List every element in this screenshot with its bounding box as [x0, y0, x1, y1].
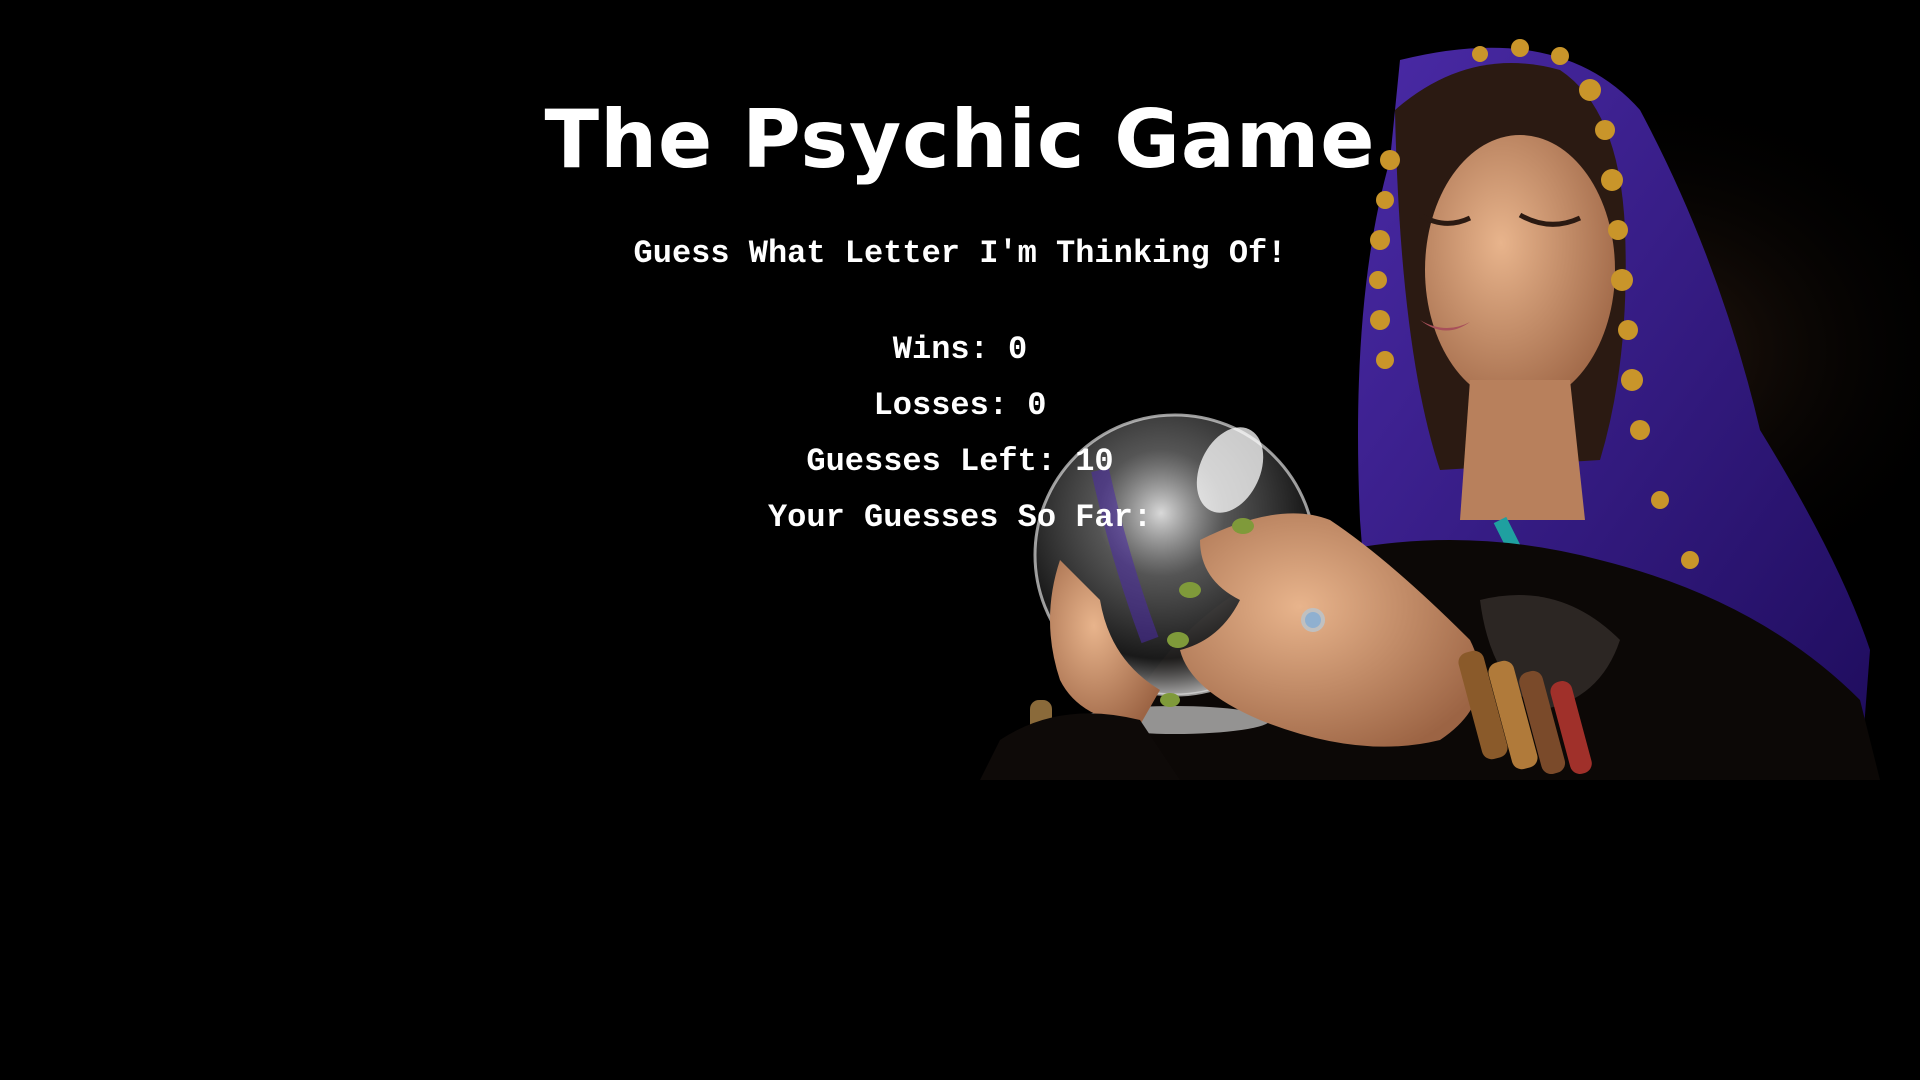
- guesses-so-far-label: Your Guesses So Far:: [767, 499, 1153, 536]
- game-title: The Psychic Game: [544, 93, 1376, 186]
- losses-value: 0: [1027, 387, 1047, 424]
- game-instructions: Guess What Letter I'm Thinking Of!: [633, 235, 1287, 272]
- guesses-left-label: Guesses Left:: [806, 443, 1057, 480]
- guesses-so-far-stat: Your Guesses So Far:: [0, 498, 1920, 538]
- wins-label: Wins:: [892, 331, 989, 368]
- wins-value: 0: [1008, 331, 1028, 368]
- losses-label: Losses:: [873, 387, 1008, 424]
- guesses-left-value: 10: [1075, 443, 1114, 480]
- wins-stat: Wins: 0: [0, 330, 1920, 370]
- game-page: The Psychic Game Guess What Letter I'm T…: [0, 0, 1920, 1080]
- losses-stat: Losses: 0: [0, 386, 1920, 426]
- guesses-left-stat: Guesses Left: 10: [0, 442, 1920, 482]
